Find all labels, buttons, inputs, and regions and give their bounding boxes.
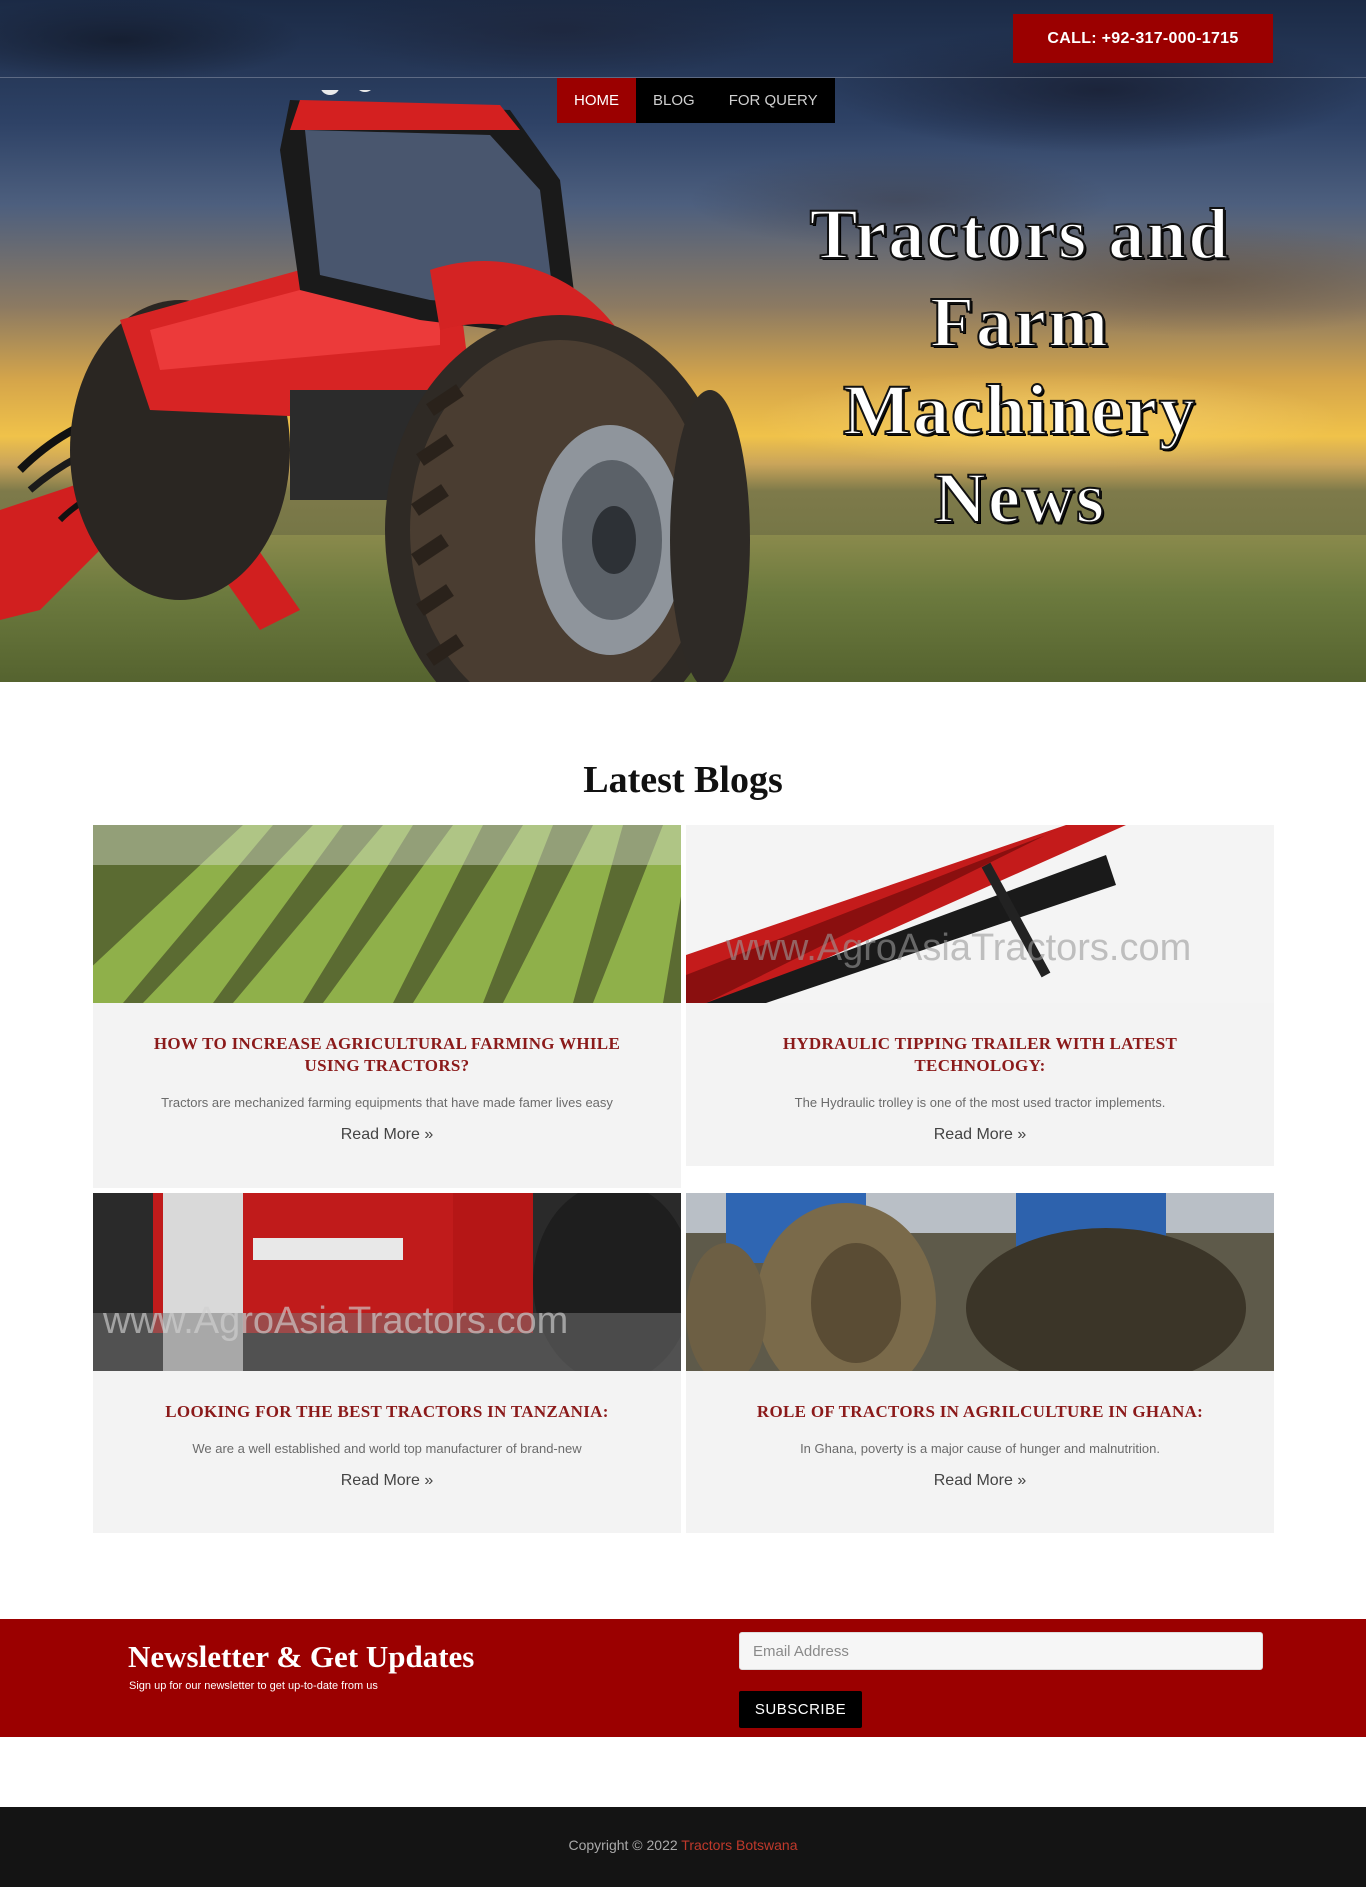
blog-excerpt: The Hydraulic trolley is one of the most…	[794, 1095, 1166, 1110]
blog-excerpt: Tractors are mechanized farming equipmen…	[161, 1095, 613, 1110]
call-button[interactable]: CALL: +92-317-000-1715	[1013, 14, 1273, 63]
main-nav: HOME BLOG FOR QUERY	[557, 78, 835, 123]
blog-card: www.AgroAsiaTractors.com HYDRAULIC TIPPI…	[686, 825, 1274, 1166]
blog-title[interactable]: HOW TO INCREASE AGRICULTURAL FARMING WHI…	[133, 1033, 641, 1077]
blog-title[interactable]: ROLE OF TRACTORS IN AGRILCULTURE IN GHAN…	[726, 1401, 1234, 1423]
blog-title[interactable]: HYDRAULIC TIPPING TRAILER WITH LATEST TE…	[726, 1033, 1234, 1077]
section-title: Latest Blogs	[583, 759, 783, 801]
crop-rows-image[interactable]	[93, 825, 681, 1003]
blog-excerpt: We are a well established and world top …	[192, 1441, 582, 1456]
watermark-text: www.AgroAsiaTractors.com	[725, 927, 1191, 969]
nav-for-query[interactable]: FOR QUERY	[712, 78, 835, 123]
blog-card: HOW TO INCREASE AGRICULTURAL FARMING WHI…	[93, 825, 681, 1188]
footer-brand-link[interactable]: Tractors Botswana	[681, 1837, 797, 1853]
copyright-text: Copyright © 2022 Tractors Botswana	[0, 1837, 1366, 1853]
read-more-link[interactable]: Read More »	[341, 1472, 434, 1490]
hero-title: Tractors and Farm Machinery News	[809, 193, 1231, 539]
nav-blog[interactable]: BLOG	[636, 78, 712, 123]
read-more-link[interactable]: Read More »	[341, 1126, 434, 1144]
read-more-link[interactable]: Read More »	[934, 1126, 1027, 1144]
tractor-illustration	[0, 90, 750, 682]
footer: Copyright © 2022 Tractors Botswana	[0, 1807, 1366, 1887]
newsletter-title: Newsletter & Get Updates	[128, 1639, 475, 1674]
blog-card: www.AgroAsiaTractors.com LOOKING FOR THE…	[93, 1193, 681, 1533]
subscribe-button[interactable]: SUBSCRIBE	[739, 1691, 862, 1728]
blog-card: ROLE OF TRACTORS IN AGRILCULTURE IN GHAN…	[686, 1193, 1274, 1533]
nav-home[interactable]: HOME	[557, 78, 636, 123]
newsletter-section: Newsletter & Get Updates Sign up for our…	[0, 1619, 1366, 1737]
blog-title[interactable]: LOOKING FOR THE BEST TRACTORS IN TANZANI…	[133, 1401, 641, 1423]
newsletter-subtitle: Sign up for our newsletter to get up-to-…	[129, 1680, 378, 1692]
blog-excerpt: In Ghana, poverty is a major cause of hu…	[800, 1441, 1160, 1456]
email-field[interactable]	[739, 1632, 1263, 1670]
muddy-tires-image[interactable]	[686, 1193, 1274, 1371]
copyright-label: Copyright © 2022	[568, 1837, 678, 1853]
red-trailer-image[interactable]: www.AgroAsiaTractors.com	[686, 825, 1274, 1003]
hero-banner: CALL: +92-317-000-1715 HOME BLOG FOR QUE…	[0, 0, 1366, 682]
red-tractor-image[interactable]: www.AgroAsiaTractors.com	[93, 1193, 681, 1371]
read-more-link[interactable]: Read More »	[934, 1472, 1027, 1490]
watermark-text: www.AgroAsiaTractors.com	[102, 1300, 568, 1342]
